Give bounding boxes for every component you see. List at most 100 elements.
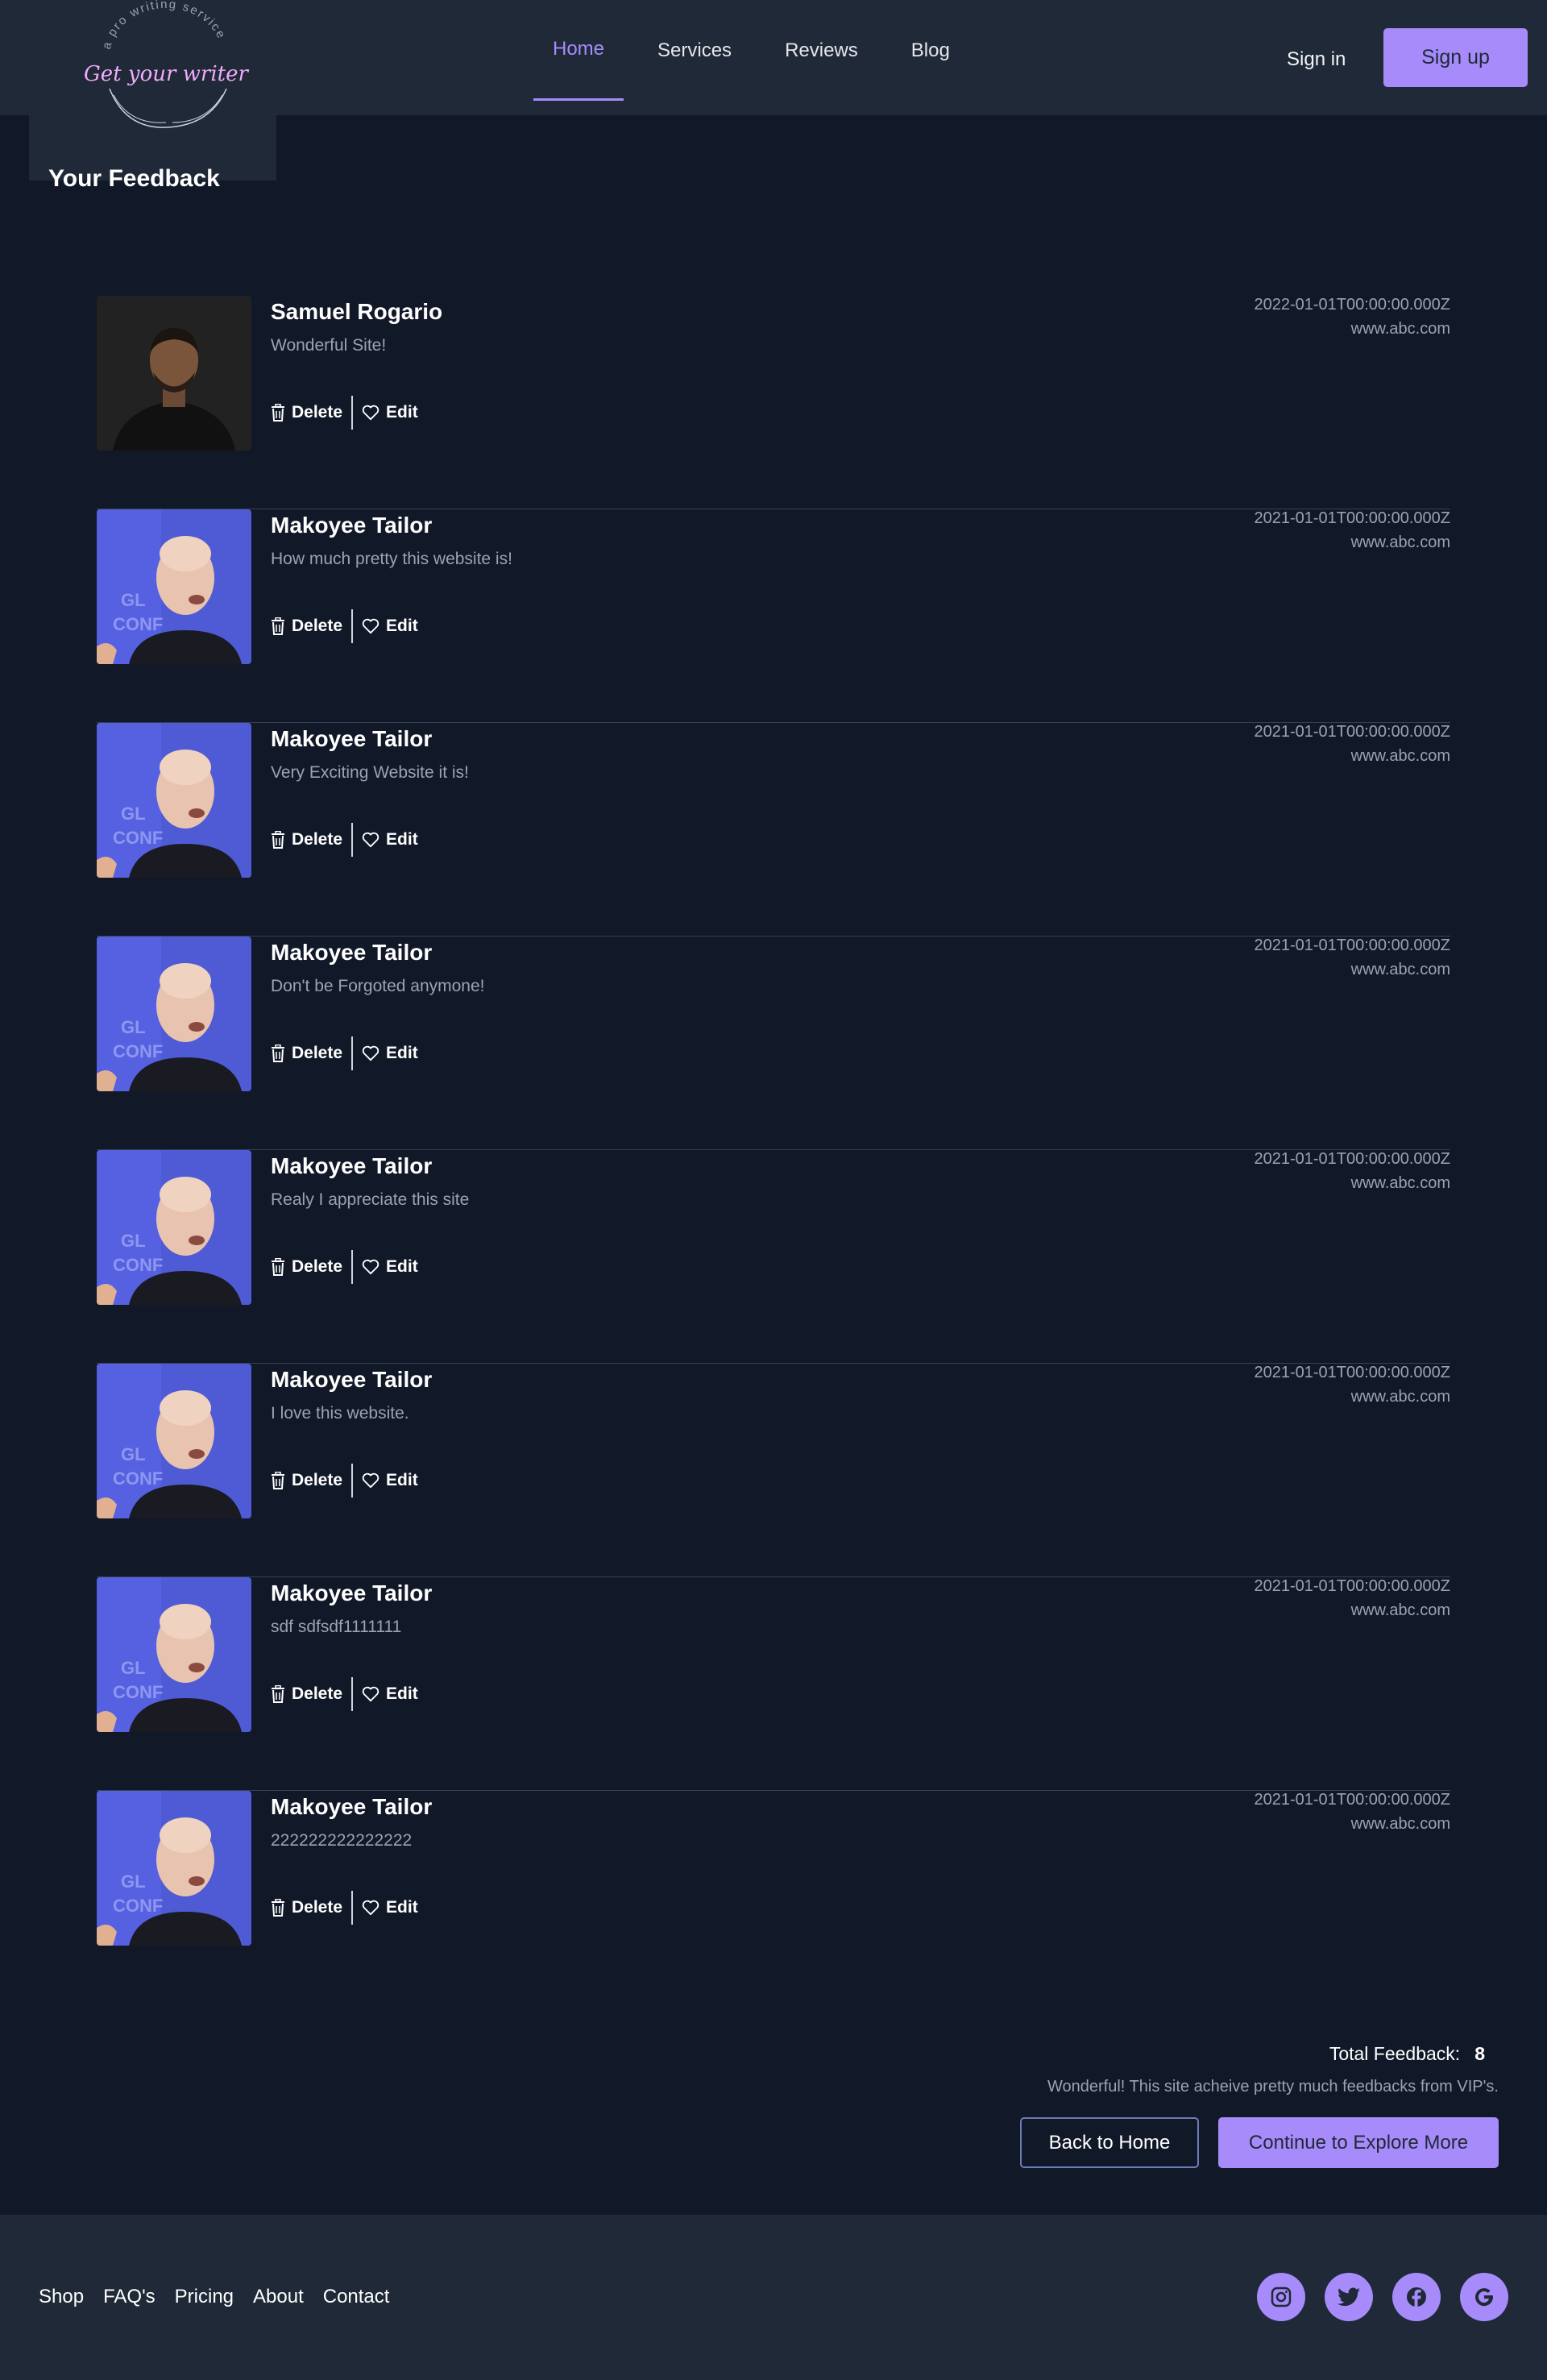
avatar: GL CONF (97, 723, 251, 878)
delete-button[interactable]: Delete (271, 1257, 342, 1277)
avatar-portrait: GL CONF (97, 937, 251, 1091)
facebook-icon[interactable] (1392, 2273, 1441, 2321)
heart-icon (362, 1472, 379, 1489)
action-divider (351, 1464, 354, 1497)
feedback-date: 2021-01-01T00:00:00.000Z (1254, 1791, 1450, 1809)
feedback-message: Very Exciting Website it is! (271, 763, 469, 782)
avatar: GL CONF (97, 1150, 251, 1305)
trash-icon (272, 404, 284, 422)
avatar-portrait: GL CONF (97, 723, 251, 878)
delete-button[interactable]: Delete (271, 617, 342, 636)
edit-button[interactable]: Edit (362, 1044, 418, 1063)
svg-text:CONF: CONF (113, 1682, 163, 1702)
feedback-actions: Delete Edit (271, 1250, 418, 1284)
nav-home[interactable]: Home (533, 0, 624, 101)
edit-button[interactable]: Edit (362, 1471, 418, 1490)
feedback-date: 2021-01-01T00:00:00.000Z (1254, 1150, 1450, 1168)
footer-link-contact[interactable]: Contact (323, 2286, 390, 2308)
instagram-icon[interactable] (1257, 2273, 1305, 2321)
feedback-author: Makoyee Tailor (271, 1794, 433, 1819)
feedback-actions: Delete Edit (271, 1036, 418, 1070)
back-to-home-button[interactable]: Back to Home (1020, 2117, 1199, 2168)
svg-text:GL: GL (121, 1658, 146, 1678)
svg-text:GL: GL (121, 804, 146, 824)
delete-button[interactable]: Delete (271, 403, 342, 422)
logo-container[interactable]: a pro writing service Get your writer (29, 0, 276, 181)
heart-icon (362, 405, 379, 421)
feedback-date: 2021-01-01T00:00:00.000Z (1254, 509, 1450, 527)
heart-icon (362, 1900, 379, 1916)
feedback-website: www.abc.com (1350, 1815, 1450, 1833)
trash-icon (272, 1045, 284, 1062)
feedback-message: sdf sdfsdf1111111 (271, 1618, 402, 1636)
avatar-portrait: GL CONF (97, 509, 251, 664)
feedback-actions: Delete Edit (271, 1891, 418, 1925)
delete-button[interactable]: Delete (271, 1684, 342, 1704)
feedback-actions: Delete Edit (271, 1677, 418, 1711)
feedback-author: Makoyee Tailor (271, 1580, 433, 1605)
signin-button[interactable]: Sign in (1269, 35, 1363, 84)
footer-link-pricing[interactable]: Pricing (175, 2286, 234, 2308)
edit-label: Edit (386, 1257, 418, 1276)
avatar: GL CONF (97, 937, 251, 1091)
footer-link-shop[interactable]: Shop (39, 2286, 84, 2308)
explore-more-button[interactable]: Continue to Explore More (1218, 2117, 1499, 2168)
action-divider (351, 1891, 354, 1925)
feedback-author: Makoyee Tailor (271, 726, 433, 751)
feedback-item: GL CONF Makoyee Tailor Don't be Forgoted … (97, 937, 1450, 1150)
feedback-author: Makoyee Tailor (271, 1367, 433, 1392)
edit-label: Edit (386, 1471, 418, 1489)
google-icon[interactable] (1460, 2273, 1508, 2321)
footer-link-faq[interactable]: FAQ's (103, 2286, 156, 2308)
delete-label: Delete (292, 1257, 343, 1276)
total-count: 8 (1474, 2043, 1485, 2064)
action-divider (351, 396, 354, 430)
delete-button[interactable]: Delete (271, 830, 342, 849)
trash-icon (272, 1258, 284, 1276)
action-divider (351, 1036, 354, 1070)
action-divider (351, 1250, 354, 1284)
delete-label: Delete (292, 830, 343, 849)
feedback-item: GL CONF Makoyee Tailor sdf sdfsdf1111111 … (97, 1577, 1450, 1791)
edit-label: Edit (386, 403, 418, 422)
action-divider (351, 1677, 354, 1711)
feedback-author: Makoyee Tailor (271, 940, 433, 965)
header: a pro writing service Get your writer Ho… (0, 0, 1547, 181)
footer-link-about[interactable]: About (253, 2286, 304, 2308)
svg-text:CONF: CONF (113, 1255, 163, 1275)
avatar-portrait: GL CONF (97, 1577, 251, 1732)
signup-button[interactable]: Sign up (1383, 28, 1528, 87)
feedback-date: 2021-01-01T00:00:00.000Z (1254, 1577, 1450, 1595)
edit-button[interactable]: Edit (362, 617, 418, 636)
feedback-actions: Delete Edit (271, 823, 418, 857)
edit-label: Edit (386, 830, 418, 849)
edit-button[interactable]: Edit (362, 1898, 418, 1917)
delete-label: Delete (292, 617, 343, 635)
edit-button[interactable]: Edit (362, 830, 418, 849)
avatar: GL CONF (97, 509, 251, 664)
twitter-icon[interactable] (1325, 2273, 1373, 2321)
avatar-portrait: GL CONF (97, 1791, 251, 1946)
social-links (1257, 2273, 1528, 2321)
edit-button[interactable]: Edit (362, 1684, 418, 1704)
total-feedback: Total Feedback: 8 (1329, 2043, 1485, 2065)
edit-button[interactable]: Edit (362, 403, 418, 422)
avatar: GL CONF (97, 1791, 251, 1946)
action-divider (351, 823, 354, 857)
nav-blog[interactable]: Blog (892, 0, 969, 101)
edit-button[interactable]: Edit (362, 1257, 418, 1277)
feedback-item: GL CONF Makoyee Tailor Realy I appreciate… (97, 1150, 1450, 1364)
summary-text: Wonderful! This site acheive pretty much… (1047, 2078, 1499, 2095)
nav-services[interactable]: Services (638, 0, 751, 101)
delete-button[interactable]: Delete (271, 1044, 342, 1063)
trash-icon (272, 831, 284, 849)
delete-button[interactable]: Delete (271, 1898, 342, 1917)
feedback-item: GL CONF Makoyee Tailor I love this websit… (97, 1364, 1450, 1577)
svg-text:CONF: CONF (113, 1041, 163, 1061)
delete-button[interactable]: Delete (271, 1471, 342, 1490)
feedback-message: 222222222222222 (271, 1831, 413, 1850)
nav-reviews[interactable]: Reviews (765, 0, 877, 101)
feedback-date: 2021-01-01T00:00:00.000Z (1254, 1364, 1450, 1381)
logo-tagline: a pro writing service (100, 0, 227, 51)
feedback-list: Samuel Rogario Wonderful Site! Delete Ed… (97, 296, 1450, 2004)
